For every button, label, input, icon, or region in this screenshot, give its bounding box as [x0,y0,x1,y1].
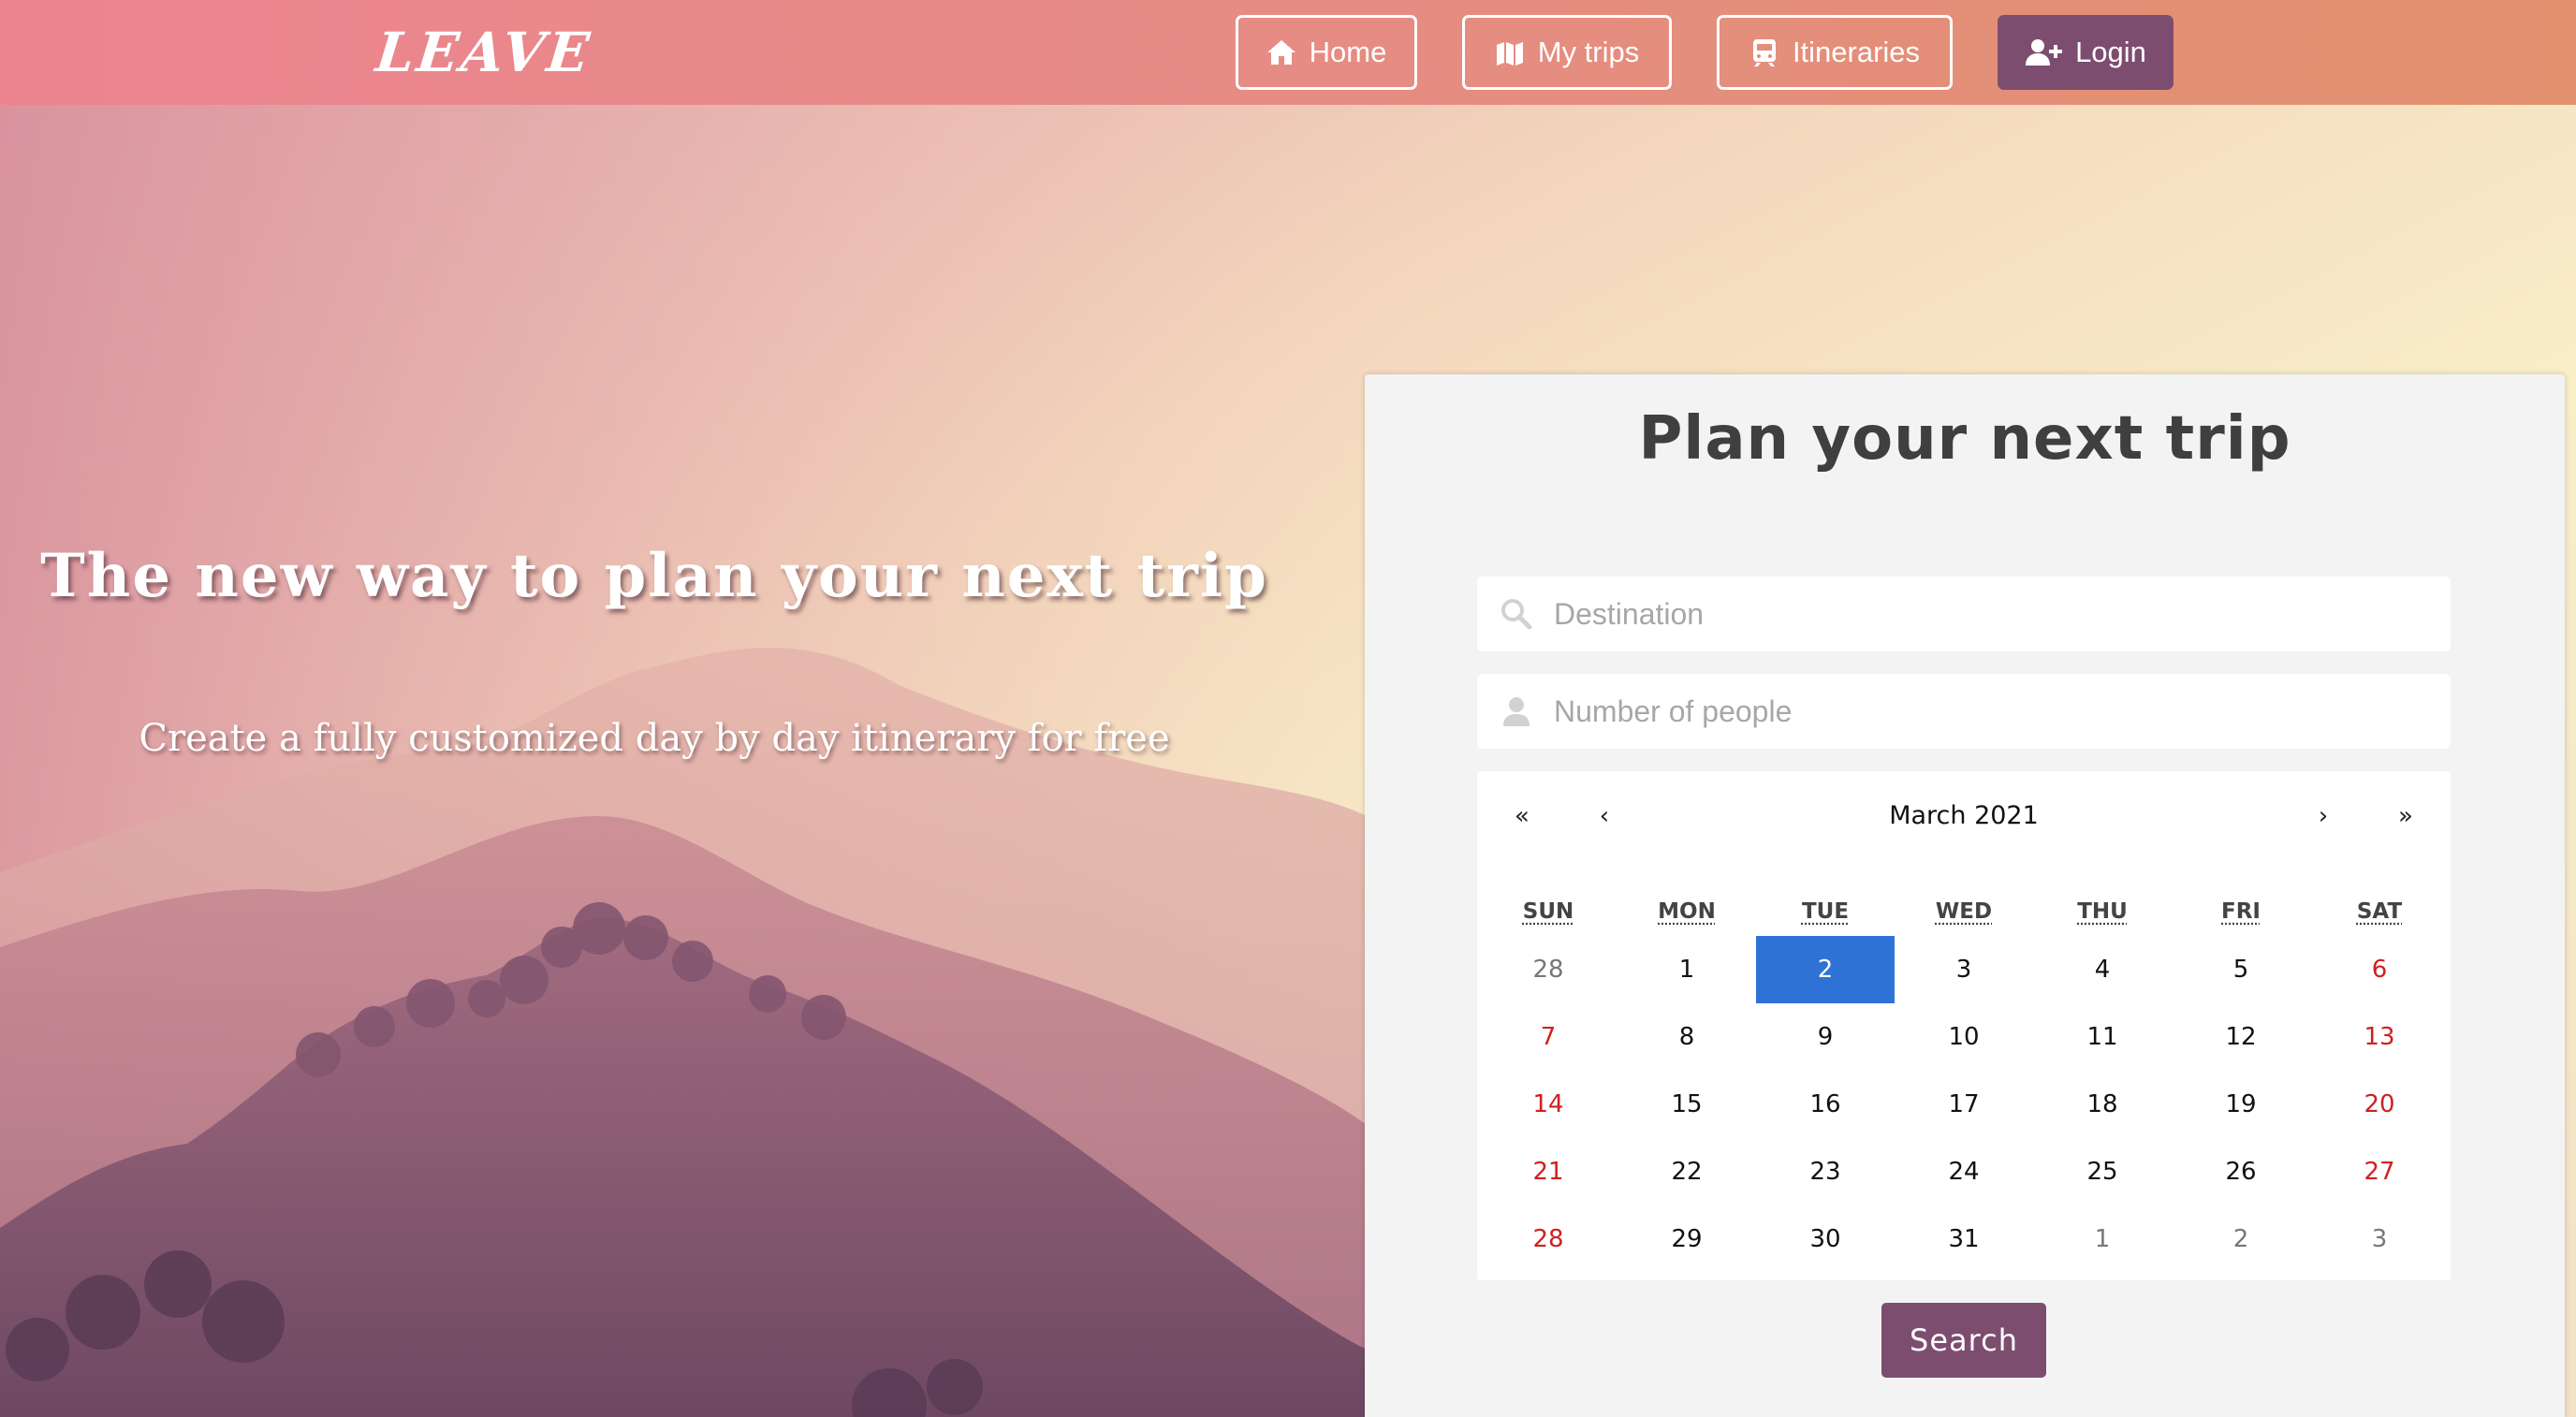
next-month-button[interactable]: › [2297,771,2349,861]
calendar-day[interactable]: 5 [2172,936,2310,1003]
nav-itineraries-label: Itineraries [1792,36,1921,68]
nav-my-trips-label: My trips [1537,36,1640,68]
weekday-tue: TUE [1801,899,1850,924]
calendar-day[interactable]: 18 [2033,1071,2172,1138]
calendar-day[interactable]: 8 [1617,1003,1756,1071]
people-input[interactable] [1554,683,2434,739]
calendar-day[interactable]: 9 [1756,1003,1895,1071]
weekday-sun: SUN [1522,899,1574,924]
calendar-day[interactable]: 19 [2172,1071,2310,1138]
calendar-day[interactable]: 23 [1756,1138,1895,1205]
calendar-day[interactable]: 6 [2310,936,2449,1003]
calendar-day[interactable]: 3 [2310,1205,2449,1273]
calendar-day[interactable]: 27 [2310,1138,2449,1205]
search-button[interactable]: Search [1881,1303,2046,1378]
calendar-month-label[interactable]: March 2021 [1758,771,2170,861]
calendar-day[interactable]: 16 [1756,1071,1895,1138]
calendar-day[interactable]: 1 [2033,1205,2172,1273]
calendar-day-selected[interactable]: 2 [1756,936,1895,1003]
destination-field[interactable] [1477,577,2451,651]
calendar-day[interactable]: 1 [1617,936,1756,1003]
planner-title: Plan your next trip [1638,404,2291,474]
calendar-grid: SUN MON TUE WED THU FRI SAT 28 1 2 3 4 5 6 7 8 9 1… [1477,887,2451,1340]
date-calendar: « ‹ March 2021 › » SUN MON TUE WED THU F… [1477,771,2451,1280]
calendar-day[interactable]: 4 [2033,936,2172,1003]
calendar-day[interactable]: 13 [2310,1003,2449,1071]
prev-month-button[interactable]: ‹ [1578,771,1631,861]
brand-logo[interactable]: LEAVE [373,13,596,92]
calendar-day[interactable]: 24 [1895,1138,2033,1205]
calendar-day[interactable]: 21 [1479,1138,1617,1205]
calendar-day[interactable]: 28 [1479,1205,1617,1273]
calendar-day[interactable]: 2 [2172,1205,2310,1273]
calendar-day[interactable]: 10 [1895,1003,2033,1071]
prev-year-button[interactable]: « [1496,771,1548,861]
train-icon [1752,39,1776,66]
hero-title: The new way to plan your next trip [40,541,1268,611]
nav-login-button[interactable]: Login [1998,15,2174,90]
nav-home-label: Home [1309,36,1387,68]
calendar-day[interactable]: 3 [1895,936,2033,1003]
calendar-day[interactable]: 28 [1479,936,1617,1003]
destination-input[interactable] [1554,586,2434,642]
user-icon [1503,697,1530,726]
weekday-fri: FRI [2221,899,2261,924]
people-field[interactable] [1477,674,2451,749]
nav-login-label: Login [2075,36,2146,68]
calendar-day[interactable]: 25 [2033,1138,2172,1205]
calendar-day[interactable]: 31 [1895,1205,2033,1273]
weekday-sat: SAT [2356,899,2403,924]
calendar-day[interactable]: 14 [1479,1071,1617,1138]
nav-my-trips-button[interactable]: My trips [1462,15,1672,90]
nav-itineraries-button[interactable]: Itineraries [1717,15,1953,90]
user-plus-icon [2026,39,2063,66]
calendar-day[interactable]: 29 [1617,1205,1756,1273]
weekday-mon: MON [1658,899,1716,924]
home-icon [1266,40,1295,65]
calendar-day[interactable]: 20 [2310,1071,2449,1138]
calendar-day[interactable]: 26 [2172,1138,2310,1205]
calendar-day[interactable]: 17 [1895,1071,2033,1138]
calendar-day[interactable]: 12 [2172,1003,2310,1071]
weekday-wed: WED [1935,899,1993,924]
next-year-button[interactable]: » [2379,771,2432,861]
map-icon [1496,42,1523,66]
search-icon [1501,599,1532,630]
calendar-day[interactable]: 15 [1617,1071,1756,1138]
nav-home-button[interactable]: Home [1236,15,1417,90]
hero-subtitle: Create a fully customized day by day iti… [139,717,1170,760]
weekday-thu: THU [2077,899,2128,924]
calendar-day[interactable]: 30 [1756,1205,1895,1273]
calendar-day[interactable]: 7 [1479,1003,1617,1071]
trip-planner-panel: Plan your next trip « ‹ March 2021 › » S… [1365,374,2565,1417]
top-navbar: LEAVE Home My trips Itineraries Login [0,0,2576,105]
calendar-day[interactable]: 11 [2033,1003,2172,1071]
calendar-day[interactable]: 22 [1617,1138,1756,1205]
